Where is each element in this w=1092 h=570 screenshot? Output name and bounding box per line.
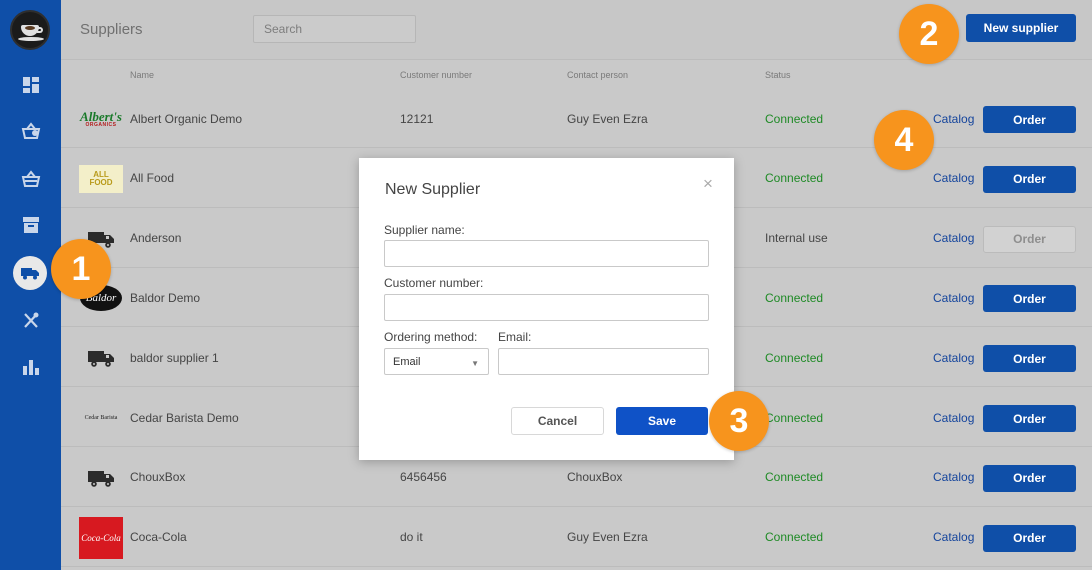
order-button[interactable]: Order bbox=[983, 405, 1076, 432]
truck-icon bbox=[79, 344, 123, 372]
order-button[interactable]: Order bbox=[983, 165, 1076, 193]
table-row[interactable]: Coca-Cola Coca-Cola do it Guy Even Ezra Conn… bbox=[61, 507, 1092, 567]
utensils-icon[interactable] bbox=[0, 305, 61, 335]
dashboard-icon[interactable] bbox=[0, 70, 61, 100]
supplier-name: Albert Organic Demo bbox=[130, 111, 243, 126]
contact-person: Guy Even Ezra bbox=[567, 111, 648, 126]
search-input[interactable] bbox=[253, 15, 416, 43]
catalog-link[interactable]: Catalog bbox=[933, 209, 974, 268]
callout-badge-2: 2 bbox=[899, 4, 959, 64]
basket-icon[interactable] bbox=[0, 164, 61, 194]
order-button[interactable]: Order bbox=[983, 225, 1076, 253]
order-button[interactable]: Order bbox=[983, 524, 1076, 552]
catalog-link[interactable]: Catalog bbox=[933, 328, 974, 387]
email-label: Email: bbox=[498, 330, 532, 344]
catalog-link[interactable]: Catalog bbox=[933, 268, 974, 327]
supplier-name: Coca-Cola bbox=[130, 530, 187, 545]
bar-chart-icon[interactable] bbox=[0, 352, 61, 382]
page-title: Suppliers bbox=[80, 21, 143, 38]
contact-person: Guy Even Ezra bbox=[567, 530, 648, 545]
status-text: Connected bbox=[765, 171, 824, 186]
save-button[interactable]: Save bbox=[616, 407, 708, 435]
status-text: Connected bbox=[765, 350, 824, 365]
order-button[interactable]: Order bbox=[983, 345, 1076, 373]
supplier-name: Cedar Barista Demo bbox=[130, 410, 239, 425]
catalog-link[interactable]: Catalog bbox=[933, 89, 974, 148]
order-button[interactable]: Order bbox=[983, 285, 1076, 313]
close-icon[interactable]: × bbox=[703, 174, 713, 194]
callout-badge-3: 3 bbox=[709, 391, 769, 451]
catalog-link[interactable]: Catalog bbox=[933, 388, 974, 447]
cancel-button[interactable]: Cancel bbox=[511, 407, 604, 435]
new-supplier-button[interactable]: New supplier bbox=[966, 14, 1076, 42]
callout-badge-4: 4 bbox=[874, 110, 934, 170]
supplier-name: All Food bbox=[130, 171, 175, 186]
catalog-link[interactable]: Catalog bbox=[933, 448, 974, 507]
ordering-method-value: Email bbox=[393, 355, 421, 368]
catalog-link[interactable]: Catalog bbox=[933, 149, 974, 208]
column-header-name: Name bbox=[130, 70, 155, 80]
ordering-method-select[interactable]: Email ▼ bbox=[384, 348, 489, 375]
table-header: Name Customer number Contact person Stat… bbox=[61, 62, 1092, 88]
callout-badge-1: 1 bbox=[51, 239, 111, 299]
all-food-logo: ALL FOOD bbox=[79, 164, 123, 193]
cedar-barista-logo: Cedar Barista bbox=[84, 415, 118, 421]
status-text: Connected bbox=[765, 530, 824, 545]
customer-number-label: Customer number: bbox=[384, 276, 484, 290]
customer-number-input[interactable] bbox=[384, 294, 709, 321]
catalog-link[interactable]: Catalog bbox=[933, 508, 974, 567]
status-text: Connected bbox=[765, 410, 824, 425]
supplier-name-input[interactable] bbox=[384, 240, 709, 267]
status-text: Internal use bbox=[765, 231, 828, 246]
supplier-name: ChouxBox bbox=[130, 470, 186, 485]
column-header-status: Status bbox=[765, 70, 791, 80]
truck-icon[interactable] bbox=[13, 256, 47, 290]
coca-cola-logo: Coca-Cola bbox=[79, 516, 123, 559]
supplier-name: baldor supplier 1 bbox=[130, 350, 219, 365]
column-header-customer-number: Customer number bbox=[400, 70, 473, 80]
archive-icon[interactable] bbox=[0, 210, 61, 240]
status-text: Connected bbox=[765, 470, 824, 485]
table-row[interactable]: Albert's ORGANICS Albert Organic Demo 12121… bbox=[61, 89, 1092, 148]
status-text: Connected bbox=[765, 111, 824, 126]
customer-number: do it bbox=[400, 530, 423, 545]
modal-title: New Supplier bbox=[385, 181, 481, 198]
customer-number: 12121 bbox=[400, 111, 434, 126]
ordering-method-label: Ordering method: bbox=[384, 330, 478, 344]
coffee-cup-logo-icon bbox=[10, 10, 50, 50]
supplier-name: Baldor Demo bbox=[130, 290, 201, 305]
email-input[interactable] bbox=[498, 348, 709, 375]
albert-organics-logo: Albert's ORGANICS bbox=[80, 109, 122, 128]
truck-icon bbox=[79, 464, 123, 492]
basket-add-icon[interactable] bbox=[0, 116, 61, 146]
chevron-down-icon: ▼ bbox=[471, 359, 479, 368]
new-supplier-modal: New Supplier × Supplier name: Customer n… bbox=[359, 158, 734, 460]
status-text: Connected bbox=[765, 290, 824, 305]
supplier-name-label: Supplier name: bbox=[384, 223, 465, 237]
order-button[interactable]: Order bbox=[983, 106, 1076, 133]
order-button[interactable]: Order bbox=[983, 464, 1076, 492]
supplier-name: Anderson bbox=[130, 231, 182, 246]
column-header-contact-person: Contact person bbox=[567, 70, 629, 80]
sidebar bbox=[0, 0, 61, 570]
